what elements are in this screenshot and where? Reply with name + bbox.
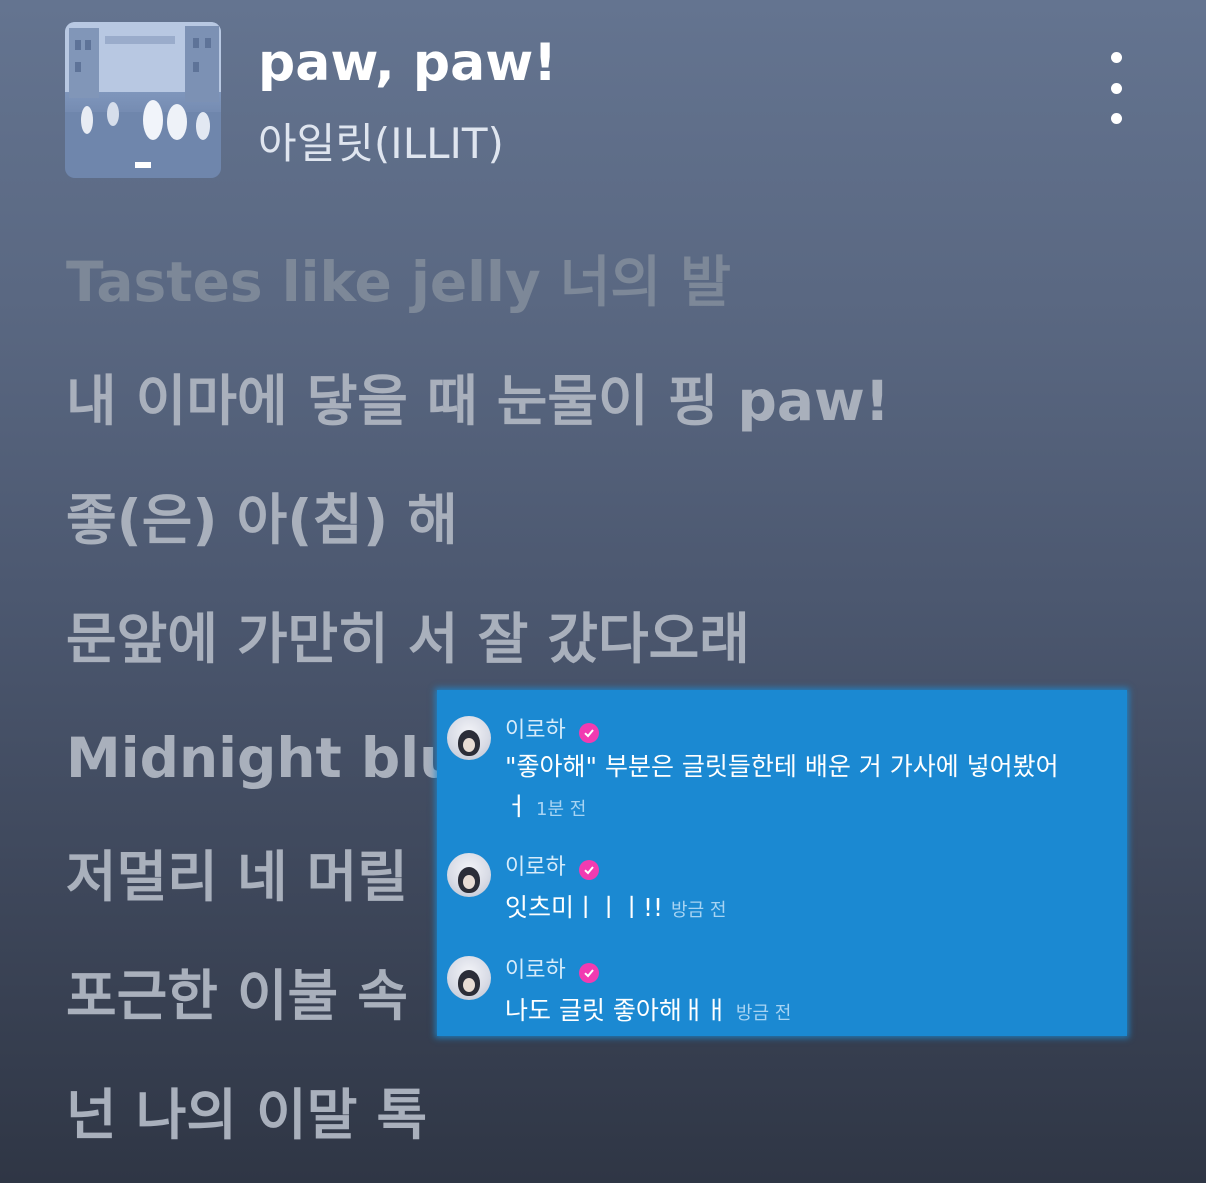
verified-badge-icon <box>579 963 599 983</box>
comment-text-continued: ㅓ 1분 전 <box>505 792 587 821</box>
lyric-line[interactable]: 포근한 이불 속 <box>66 961 408 1031</box>
avatar[interactable] <box>447 956 491 1000</box>
comment-time: 1분 전 <box>536 799 587 820</box>
lyric-line[interactable]: 내 이마에 닿을 때 눈물이 핑 paw! <box>66 366 890 436</box>
comment-author[interactable]: 이로하 <box>505 716 566 746</box>
lyric-line[interactable]: Tastes like jelly 너의 발 <box>66 247 731 317</box>
comment-text: 나도 글릿 좋아해ㅐㅐ <box>505 996 728 1025</box>
avatar[interactable] <box>447 853 491 897</box>
comment-text-row: 나도 글릿 좋아해ㅐㅐ 방금 전 <box>505 994 791 1031</box>
comment-author[interactable]: 이로하 <box>505 956 566 986</box>
comments-panel: 이로하 "좋아해" 부분은 글릿들한테 배운 거 가사에 넣어봤어 ㅓ 1분 전 … <box>437 690 1127 1036</box>
lyric-line[interactable]: 넌 나의 이말 톡 <box>66 1080 427 1150</box>
comment-text: 잇츠미ㅣㅣㅣ!! <box>505 893 664 922</box>
lyric-line[interactable]: 문앞에 가만히 서 잘 갔다오래 <box>66 604 750 674</box>
comment-time: 방금 전 <box>671 900 727 921</box>
lyric-line[interactable]: Midnight blue <box>66 723 496 793</box>
lyric-line[interactable]: 저멀리 네 머릴 <box>66 842 408 912</box>
verified-badge-icon <box>579 860 599 880</box>
comment-text-row: 잇츠미ㅣㅣㅣ!! 방금 전 <box>505 891 726 928</box>
avatar[interactable] <box>447 716 491 760</box>
comment-time: 방금 전 <box>735 1003 792 1024</box>
comment-author[interactable]: 이로하 <box>505 853 566 883</box>
comment-text: "좋아해" 부분은 글릿들한테 배운 거 가사에 넣어봤어 <box>505 752 1059 781</box>
lyric-line[interactable]: 좋(은) 아(침) 해 <box>66 485 458 555</box>
verified-badge-icon <box>579 723 599 743</box>
